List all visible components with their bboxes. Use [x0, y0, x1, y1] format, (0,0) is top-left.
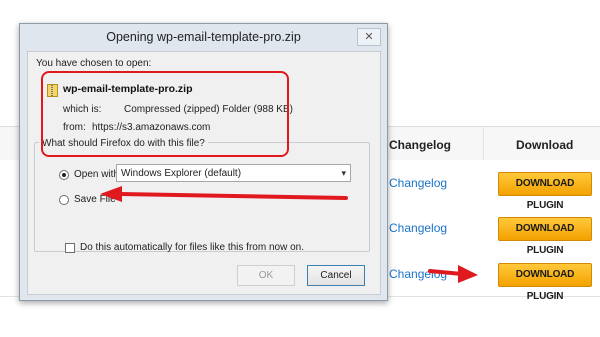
chevron-down-icon: ▾ — [341, 168, 346, 178]
save-file-radio[interactable] — [59, 195, 69, 205]
ok-button[interactable]: OK — [237, 265, 295, 286]
cancel-button[interactable]: Cancel — [307, 265, 365, 286]
close-icon: ✕ — [364, 31, 374, 43]
annotation-arrow-save-file — [100, 186, 348, 202]
changelog-link[interactable]: Changelog — [389, 176, 447, 190]
open-with-label[interactable]: Open with — [74, 169, 119, 180]
download-plugin-button[interactable]: DOWNLOAD PLUGIN — [498, 217, 592, 256]
open-file-dialog: Opening wp-email-template-pro.zip ✕ You … — [19, 23, 388, 301]
open-with-select[interactable]: Windows Explorer (default) ▾ — [116, 164, 351, 182]
highlight-box — [41, 71, 289, 157]
annotation-arrow-download — [428, 265, 478, 283]
dialog-title: Opening wp-email-template-pro.zip — [106, 30, 301, 44]
open-with-selected-value: Windows Explorer (default) — [121, 168, 242, 179]
download-plugin-button[interactable]: DOWNLOAD PLUGIN — [498, 263, 592, 302]
dialog-titlebar[interactable]: Opening wp-email-template-pro.zip ✕ — [20, 24, 387, 50]
changelog-link[interactable]: Changelog — [389, 221, 447, 235]
chosen-label: You have chosen to open: — [36, 58, 152, 69]
auto-checkbox[interactable] — [65, 243, 75, 253]
auto-label[interactable]: Do this automatically for files like thi… — [80, 242, 304, 253]
close-button[interactable]: ✕ — [357, 28, 381, 46]
download-plugin-button[interactable]: DOWNLOAD PLUGIN — [498, 172, 592, 211]
column-header-download: Download — [516, 138, 574, 152]
open-with-radio[interactable] — [59, 170, 69, 180]
column-header-changelog: Changelog — [389, 138, 451, 152]
